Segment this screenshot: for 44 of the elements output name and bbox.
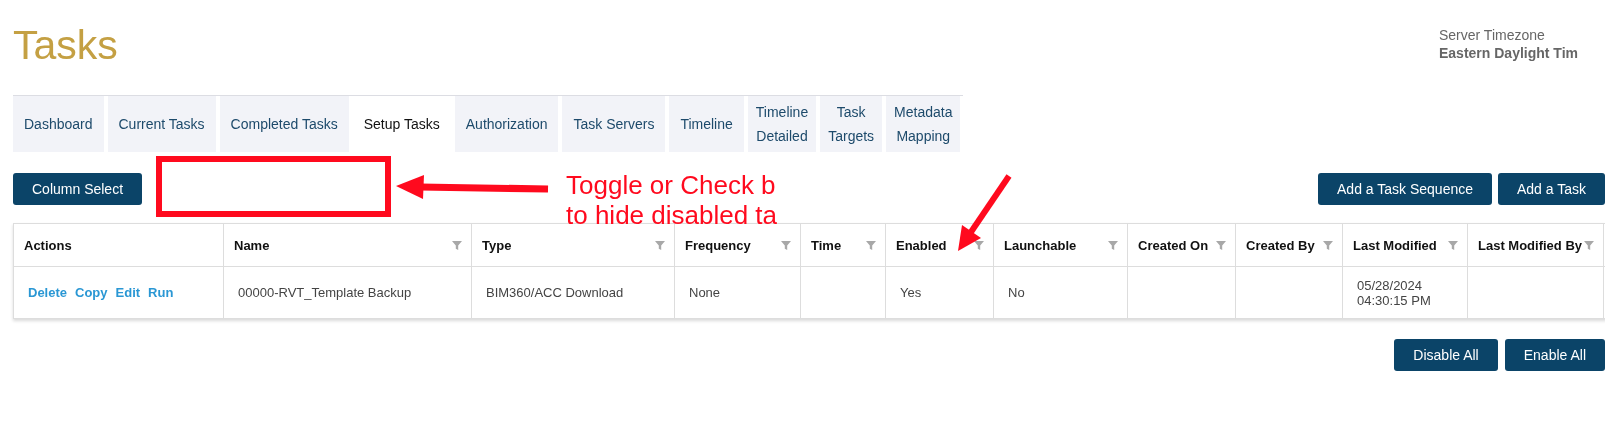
filter-icon[interactable] (1107, 239, 1119, 251)
column-header[interactable]: Created On (1128, 224, 1236, 266)
filter-icon[interactable] (1583, 239, 1595, 251)
footer-button[interactable]: Enable All (1504, 339, 1605, 371)
tab[interactable]: Task Servers (562, 96, 666, 152)
add-button[interactable]: Add a Task (1498, 173, 1605, 205)
tab[interactable]: Completed Tasks (219, 96, 349, 152)
footer-button[interactable]: Disable All (1394, 339, 1498, 371)
tab[interactable]: Current Tasks (107, 96, 216, 152)
tab[interactable]: Dashboard (13, 96, 104, 152)
table-cell: Yes (900, 285, 922, 300)
page-title: Tasks (13, 22, 118, 68)
table-cell: None (689, 285, 721, 300)
filter-icon[interactable] (973, 239, 985, 251)
filter-icon[interactable] (865, 239, 877, 251)
column-header[interactable]: Last Modified By (1468, 224, 1604, 266)
tab[interactable]: Timeline (669, 96, 744, 152)
tab[interactable]: Timeline Detailed (747, 96, 817, 152)
add-button[interactable]: Add a Task Sequence (1318, 173, 1492, 205)
timezone-label: Server Timezone (1439, 26, 1546, 44)
column-header[interactable]: Name (224, 224, 472, 266)
filter-icon[interactable] (1322, 239, 1334, 251)
table-cell: No (1008, 285, 1025, 300)
column-header[interactable]: Time (801, 224, 886, 266)
filter-icon[interactable] (1447, 239, 1459, 251)
tab[interactable]: Metadata Mapping (886, 96, 961, 152)
filter-icon[interactable] (654, 239, 666, 251)
column-header[interactable]: Created By (1236, 224, 1343, 266)
filter-icon[interactable] (451, 239, 463, 251)
column-header[interactable]: Frequency (675, 224, 801, 266)
column-header[interactable]: Last Modified (1343, 224, 1468, 266)
column-select-button[interactable]: Column Select (13, 173, 143, 205)
tab[interactable]: Task Targets (820, 96, 883, 152)
filter-icon[interactable] (780, 239, 792, 251)
timezone-value: Eastern Daylight Tim (1439, 44, 1579, 62)
table-cell: 00000-RVT_Template Backup (238, 285, 412, 300)
column-header[interactable]: Actions (14, 224, 224, 266)
table-cell: BIM360/ACC Download (486, 285, 624, 300)
tab[interactable]: Authorization (454, 96, 559, 152)
annotation-text: Toggle or Check b (566, 170, 777, 200)
filter-icon[interactable] (1215, 239, 1227, 251)
column-header[interactable]: Launchable (994, 224, 1128, 266)
column-header[interactable]: Type (472, 224, 675, 266)
table-cell-text: 05/28/2024 04:30:15 PM (1357, 277, 1432, 308)
